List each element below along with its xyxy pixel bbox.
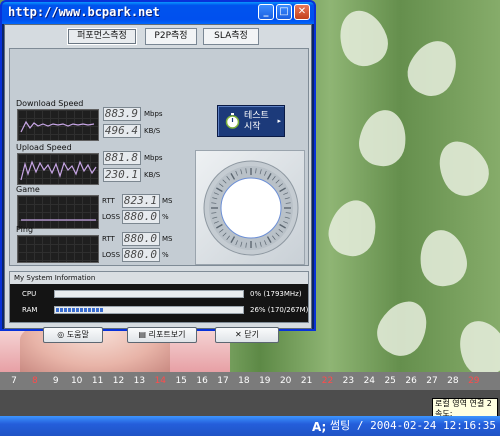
game-loss-label: LOSS [102,213,121,221]
game-rtt-unit: MS [162,197,173,205]
help-icon: ◎ [57,330,67,339]
calendar-day: 12 [112,376,125,386]
cpu-label: CPU [22,290,37,298]
download-mbps-unit: Mbps [144,110,163,118]
game-loss-value: 880.0 [122,210,160,224]
client-area: 퍼포먼스측정 P2P측정 SLA측정 Download Speed 883.9 … [4,24,312,343]
calendar-day: 15 [175,376,187,386]
ping-loss-unit: % [162,251,169,259]
ping-loss-value: 880.0 [122,248,160,262]
download-label: Download Speed [16,99,84,108]
calendar-day: 27 [426,376,438,386]
upload-trace [20,160,97,181]
calendar-day: 17 [217,376,229,386]
calendar-day: 23 [342,376,355,386]
upload-kbs-unit: KB/S [144,171,161,179]
calendar-day: 21 [300,376,313,386]
start-button-line2: 시작 [244,122,261,132]
start-test-button[interactable]: 테스트 시작 ▸ [217,105,285,137]
game-graph [17,195,99,229]
calendar-day: 26 [405,376,417,386]
cpu-value: 0% (1793MHz) [250,290,302,298]
upload-mbps-value: 881.8 [103,151,141,165]
system-info-panel: My System Information CPU 0% (1793MHz) R… [9,271,309,323]
ping-rtt-unit: MS [162,235,173,243]
calendar-strip: 7 8 9 10 11 12 13 14 15 16 17 18 19 20 21 22 23 24 25 26 27 2… [0,372,500,390]
calendar-day: 25 [384,376,396,386]
ping-loss-label: LOSS [102,251,121,259]
calendar-day: 28 [447,376,459,386]
start-button-line1: 테스트 [244,111,269,121]
close-dialog-button[interactable]: ✕ 닫기 [215,327,279,343]
ping-label: Ping [16,225,34,234]
desktop-band [0,390,500,416]
download-kbs-value: 496.4 [103,124,141,138]
calendar-day: 22 [321,376,334,386]
ram-usage-bar [54,306,244,314]
upload-label: Upload Speed [16,143,72,152]
tab-sla[interactable]: SLA측정 [203,28,259,45]
speed-gauge-frame [195,150,305,265]
calendar-day: 18 [238,376,250,386]
calendar-day: 29 [468,376,480,386]
calendar-day: 11 [91,376,104,386]
stopwatch-icon [225,113,240,129]
calendar-day: 19 [259,376,271,386]
help-button[interactable]: ◎ 도움말 [43,327,103,343]
report-icon: ▤ [138,330,149,339]
download-trace [20,120,95,133]
report-button[interactable]: ▤ 리포트보기 [127,327,197,343]
close-dialog-icon: ✕ [235,330,245,339]
upload-kbs-value: 230.1 [103,168,141,182]
game-label: Game [16,185,40,194]
calendar-day: 9 [52,376,59,386]
cpu-usage-bar [54,290,244,298]
ram-label: RAM [22,306,38,314]
maximize-button[interactable]: □ [276,4,292,20]
close-button[interactable]: ✕ [294,4,310,20]
ping-rtt-value: 880.0 [122,232,160,246]
ime-indicator[interactable]: A; [312,420,326,434]
game-rtt-label: RTT [102,197,115,205]
game-rtt-value: 823.1 [122,194,160,208]
speed-test-window: http://www.bcpark.net _ □ ✕ 퍼포먼스측정 P2P측정… [0,0,316,343]
calendar-day: 24 [363,376,376,386]
help-button-label: 도움말 [66,330,89,339]
dropdown-arrow-icon[interactable]: ▸ [277,117,281,125]
ping-graph [17,235,99,263]
ping-rtt-label: RTT [102,235,115,243]
tooltip-line-1: 로컬 영역 연결 2 [435,399,492,408]
report-button-label: 리포트보기 [148,330,186,339]
calendar-day: 10 [70,376,83,386]
download-kbs-unit: KB/S [144,127,161,135]
calendar-day: 20 [279,376,292,386]
speed-gauge [203,160,299,256]
calendar-day: 14 [154,376,167,386]
game-loss-unit: % [162,213,169,221]
tab-performance[interactable]: 퍼포먼스측정 [67,28,137,45]
ram-value: 26% (170/267M) [250,306,309,314]
download-graph [17,109,99,141]
upload-graph [17,153,99,185]
tray-clock[interactable]: 썸팅 / 2004-02-24 12:16:35 [330,417,496,433]
download-mbps-value: 883.9 [103,107,141,121]
title-bar[interactable]: http://www.bcpark.net _ □ ✕ [2,2,314,24]
upload-mbps-unit: Mbps [144,154,163,162]
calendar-day: 7 [11,376,17,386]
calendar-day: 16 [196,376,208,386]
close-dialog-button-label: 닫기 [244,330,259,339]
window-title: http://www.bcpark.net [8,5,160,19]
system-info-header: My System Information [10,272,308,284]
calendar-day: 8 [32,376,38,386]
tab-p2p[interactable]: P2P측정 [145,28,197,45]
calendar-day: 13 [133,376,146,386]
minimize-button[interactable]: _ [258,4,274,20]
ram-usage-fill [56,308,104,312]
